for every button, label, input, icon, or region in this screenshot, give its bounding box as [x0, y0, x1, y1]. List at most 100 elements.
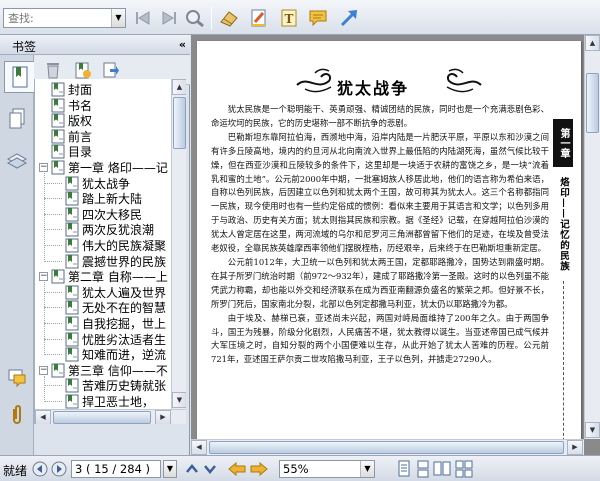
find-button[interactable] [182, 5, 208, 30]
bookmark-icon [65, 254, 79, 269]
document-vertical-scrollbar[interactable]: ▲ ▼ [584, 35, 600, 439]
collapse-panel-button[interactable]: « [179, 38, 186, 51]
side-tab-strip [0, 55, 34, 455]
horizontal-scroll-thumb[interactable] [53, 411, 151, 424]
next-page-button[interactable] [50, 460, 68, 478]
side-tab-comments[interactable] [3, 361, 31, 393]
tree-horizontal-scrollbar[interactable]: ◀ ▶ [35, 409, 186, 424]
bookmark-item[interactable]: 目录 [51, 143, 92, 160]
delete-bookmark-icon [47, 63, 59, 79]
bookmark-item[interactable]: 书名 [51, 97, 92, 114]
search-input[interactable] [4, 9, 112, 27]
history-up-button[interactable] [183, 460, 201, 478]
go-forward-button[interactable] [250, 460, 268, 478]
bookmark-item[interactable]: 犹太人遍及世界 [65, 284, 166, 301]
first-page-button[interactable] [31, 460, 49, 478]
chevron-up-icon [186, 464, 198, 473]
collapse-toggle-icon[interactable]: − [39, 272, 48, 282]
continuous-view-button[interactable] [414, 460, 432, 478]
history-down-button[interactable] [201, 460, 219, 478]
note-button[interactable] [305, 5, 331, 30]
eraser-tool-button[interactable] [216, 5, 242, 30]
page-dropdown-button[interactable]: ▼ [163, 460, 177, 478]
bookmark-icon [65, 238, 79, 253]
collapse-toggle-icon[interactable]: − [39, 365, 48, 375]
zoom-dropdown-button[interactable]: ▼ [360, 461, 374, 477]
doc-scroll-down-button[interactable]: ▼ [585, 422, 600, 438]
side-tab-bookmarks[interactable] [4, 61, 34, 93]
side-tab-attachments[interactable] [3, 399, 31, 431]
collapse-toggle-icon[interactable]: − [39, 163, 48, 172]
document-view[interactable]: 犹太战争 犹太民族是一个聪明能干、英勇顽强、精诚团结的民族，同时也是一个充满悲剧… [191, 35, 600, 455]
tree-vertical-scrollbar[interactable]: ▲ ▼ [171, 79, 186, 409]
bookmark-item[interactable]: 两次反犹浪潮 [65, 221, 154, 238]
bookmark-item[interactable]: 版权 [51, 112, 92, 129]
bookmark-item[interactable]: 踏上新大陆 [65, 190, 142, 207]
arrow-tool-button[interactable] [336, 5, 362, 30]
doc-scroll-right-button[interactable]: ▶ [567, 440, 583, 455]
zoom-combobox[interactable]: ▼ [279, 460, 375, 478]
text-tool-button[interactable]: T [276, 5, 302, 30]
layers-tab-icon [6, 153, 28, 169]
highlight-pen-button[interactable] [246, 5, 272, 30]
next-result-button[interactable] [156, 5, 182, 30]
facing-view-button[interactable] [433, 460, 451, 478]
doc-horizontal-thumb[interactable] [209, 441, 564, 454]
prev-result-button[interactable] [130, 5, 156, 30]
bookmark-label: 版权 [68, 114, 93, 129]
panel-header: 书签 « [0, 35, 190, 55]
go-to-bookmark-button[interactable] [100, 59, 122, 81]
side-tab-layers[interactable] [3, 145, 31, 177]
bookmark-label: 犹太人遍及世界 [82, 285, 167, 300]
search-combobox[interactable]: ▼ [3, 8, 126, 28]
bookmark-icon [65, 285, 79, 300]
scroll-thumb[interactable] [173, 97, 186, 149]
search-dropdown-button[interactable]: ▼ [111, 9, 125, 27]
delete-bookmark-button[interactable] [42, 59, 64, 81]
scroll-down-button[interactable]: ▼ [172, 392, 186, 408]
scroll-left-button[interactable]: ◀ [35, 410, 51, 424]
bookmark-item[interactable]: 知难而进，逆流 [65, 346, 166, 363]
zoom-input[interactable] [280, 461, 358, 477]
bookmark-item[interactable]: 封面 [51, 81, 92, 98]
bookmark-label: 第二章 自称——上 [68, 270, 168, 285]
single-page-view-button[interactable] [395, 460, 413, 478]
bookmark-tree: 封面 书名 版权 前言 目录 − 第一章 烙印——记 犹太战争 踏上新大陆 四次大移民 两次反犹浪潮… [34, 79, 186, 424]
bookmark-label: 无处不在的智慧 [82, 301, 167, 316]
go-back-button[interactable] [228, 460, 246, 478]
doc-scroll-left-button[interactable]: ◀ [191, 440, 207, 455]
page-body-text: 犹太民族是一个聪明能干、英勇顽强、精诚团结的民族，同时也是一个充满悲剧色彩、命运… [211, 103, 549, 367]
page-number-field[interactable] [71, 460, 161, 478]
side-tab-pages[interactable] [3, 103, 31, 135]
bookmark-icon [51, 113, 65, 128]
bookmark-icon [65, 316, 79, 331]
document-horizontal-scrollbar[interactable]: ◀ ▶ [191, 439, 584, 455]
page-number-input[interactable] [72, 461, 160, 477]
bookmark-label: 踏上新大陆 [82, 192, 143, 207]
bookmark-item[interactable]: 忧胜劣汰适者生 [65, 331, 166, 348]
bookmark-item[interactable]: 伟大的民族凝聚 [65, 237, 166, 254]
bookmark-label: 封面 [68, 83, 93, 97]
bookmark-item[interactable]: 无处不在的智慧 [65, 299, 166, 316]
bookmark-item[interactable]: − 第三章 信仰——不 [39, 362, 168, 379]
doc-scroll-thumb[interactable] [586, 73, 599, 133]
bookmark-label: 第三章 信仰——不 [68, 363, 168, 378]
bookmark-item[interactable]: 震撼世界的民族 [65, 253, 166, 270]
scroll-right-button[interactable]: ▶ [155, 410, 171, 424]
bookmark-item[interactable]: 自我挖掘，世上 [65, 315, 166, 332]
doc-scroll-up-button[interactable]: ▲ [585, 35, 600, 51]
tree-connector [44, 385, 62, 387]
add-bookmark-button[interactable] [72, 59, 94, 81]
bookmark-item[interactable]: 前言 [51, 128, 92, 145]
toolbar-separator [211, 6, 212, 30]
continuous-facing-view-button[interactable] [455, 460, 473, 478]
bookmark-item[interactable]: − 第一章 烙印——记 [39, 159, 168, 176]
bookmark-label: 前言 [68, 129, 93, 144]
bookmark-item[interactable]: 犹太战争 [65, 175, 130, 192]
bookmark-item[interactable]: 捍卫恶士地， [65, 393, 154, 409]
bookmark-item[interactable]: 四次大移民 [65, 206, 142, 223]
tree-connector [44, 182, 62, 184]
bookmark-item[interactable]: 苦难历史铸就张 [65, 377, 166, 394]
scroll-up-button[interactable]: ▲ [172, 79, 186, 95]
bookmark-item[interactable]: − 第二章 自称——上 [39, 268, 168, 285]
